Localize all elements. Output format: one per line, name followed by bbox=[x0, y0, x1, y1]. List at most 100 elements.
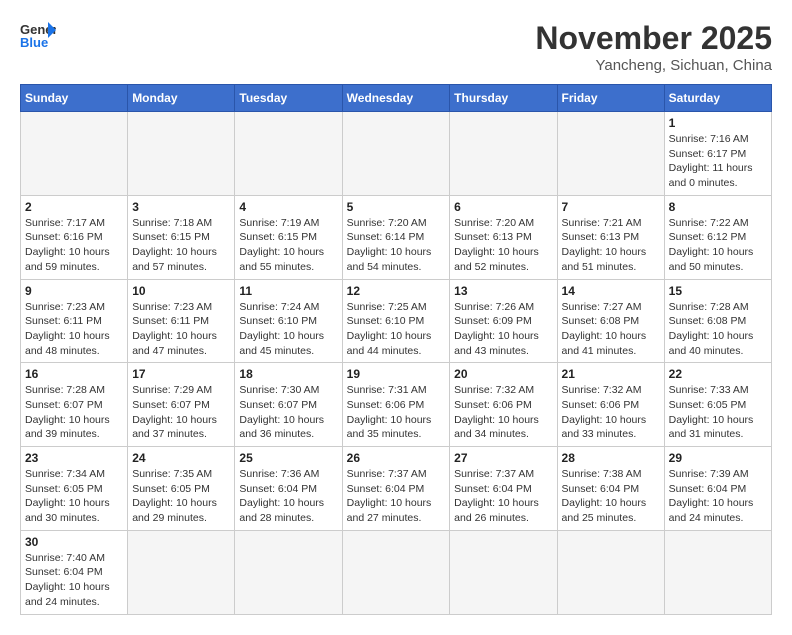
calendar-day-cell: 12Sunrise: 7:25 AM Sunset: 6:10 PM Dayli… bbox=[342, 279, 450, 363]
day-number: 11 bbox=[239, 284, 337, 298]
page-header: General Blue November 2025 Yancheng, Sic… bbox=[20, 20, 772, 74]
calendar-day-cell: 23 Sunrise: 7:34 AM Sunset: 6:05 PM Dayli… bbox=[21, 447, 128, 531]
day-info: Sunrise: 7:40 AM Sunset: 6:04 PM Dayligh… bbox=[25, 551, 123, 610]
calendar-day-cell bbox=[342, 112, 450, 196]
calendar-week-row: 9 Sunrise: 7:23 AM Sunset: 6:11 PM Daylig… bbox=[21, 279, 772, 363]
day-number: 3 bbox=[132, 200, 230, 214]
calendar-body: 1 Sunrise: 7:16 AM Sunset: 6:17 PM Daylig… bbox=[21, 112, 772, 615]
day-info: Sunrise: 7:34 AM Sunset: 6:05 PM Dayligh… bbox=[25, 467, 123, 526]
location-title: Yancheng, Sichuan, China bbox=[535, 57, 772, 74]
day-info: Sunrise: 7:33 AM Sunset: 6:05 PM Dayligh… bbox=[669, 383, 767, 442]
day-info: Sunrise: 7:30 AM Sunset: 6:07 PM Dayligh… bbox=[239, 383, 337, 442]
calendar-header-row: SundayMondayTuesdayWednesdayThursdayFrid… bbox=[21, 85, 772, 112]
calendar-week-row: 1 Sunrise: 7:16 AM Sunset: 6:17 PM Daylig… bbox=[21, 112, 772, 196]
day-info: Sunrise: 7:24 AM Sunset: 6:10 PM Dayligh… bbox=[239, 300, 337, 359]
day-number: 22 bbox=[669, 367, 767, 381]
calendar-day-cell: 25 Sunrise: 7:36 AM Sunset: 6:04 PM Dayli… bbox=[235, 447, 342, 531]
day-of-week-header: Saturday bbox=[664, 85, 771, 112]
calendar-week-row: 16Sunrise: 7:28 AM Sunset: 6:07 PM Dayli… bbox=[21, 363, 772, 447]
calendar-day-cell bbox=[235, 530, 342, 614]
calendar-day-cell: 2 Sunrise: 7:17 AM Sunset: 6:16 PM Daylig… bbox=[21, 195, 128, 279]
logo-icon: General Blue bbox=[20, 20, 56, 50]
day-info: Sunrise: 7:28 AM Sunset: 6:07 PM Dayligh… bbox=[25, 383, 123, 442]
day-info: Sunrise: 7:35 AM Sunset: 6:05 PM Dayligh… bbox=[132, 467, 230, 526]
day-number: 24 bbox=[132, 451, 230, 465]
day-number: 2 bbox=[25, 200, 123, 214]
calendar-day-cell: 28 Sunrise: 7:38 AM Sunset: 6:04 PM Dayli… bbox=[557, 447, 664, 531]
calendar-day-cell: 9Sunrise: 7:23 AM Sunset: 6:11 PM Daylig… bbox=[21, 279, 128, 363]
calendar-day-cell: 29 Sunrise: 7:39 AM Sunset: 6:04 PM Dayli… bbox=[664, 447, 771, 531]
calendar-day-cell: 18Sunrise: 7:30 AM Sunset: 6:07 PM Dayli… bbox=[235, 363, 342, 447]
calendar-day-cell bbox=[450, 112, 557, 196]
day-info: Sunrise: 7:16 AM Sunset: 6:17 PM Dayligh… bbox=[669, 132, 767, 191]
day-number: 30 bbox=[25, 535, 123, 549]
calendar-day-cell: 10Sunrise: 7:23 AM Sunset: 6:11 PM Dayli… bbox=[128, 279, 235, 363]
day-info: Sunrise: 7:23 AM Sunset: 6:11 PM Dayligh… bbox=[132, 300, 230, 359]
calendar-week-row: 23 Sunrise: 7:34 AM Sunset: 6:05 PM Dayli… bbox=[21, 447, 772, 531]
calendar-table: SundayMondayTuesdayWednesdayThursdayFrid… bbox=[20, 84, 772, 615]
calendar-day-cell bbox=[342, 530, 450, 614]
day-info: Sunrise: 7:38 AM Sunset: 6:04 PM Dayligh… bbox=[562, 467, 660, 526]
day-number: 23 bbox=[25, 451, 123, 465]
day-number: 28 bbox=[562, 451, 660, 465]
calendar-day-cell: 4 Sunrise: 7:19 AM Sunset: 6:15 PM Daylig… bbox=[235, 195, 342, 279]
calendar-day-cell: 16Sunrise: 7:28 AM Sunset: 6:07 PM Dayli… bbox=[21, 363, 128, 447]
day-info: Sunrise: 7:18 AM Sunset: 6:15 PM Dayligh… bbox=[132, 216, 230, 275]
calendar-day-cell: 11 Sunrise: 7:24 AM Sunset: 6:10 PM Dayli… bbox=[235, 279, 342, 363]
day-number: 21 bbox=[562, 367, 660, 381]
day-info: Sunrise: 7:37 AM Sunset: 6:04 PM Dayligh… bbox=[347, 467, 446, 526]
calendar-day-cell: 13Sunrise: 7:26 AM Sunset: 6:09 PM Dayli… bbox=[450, 279, 557, 363]
day-number: 15 bbox=[669, 284, 767, 298]
calendar-day-cell bbox=[21, 112, 128, 196]
day-number: 1 bbox=[669, 116, 767, 130]
calendar-day-cell: 22 Sunrise: 7:33 AM Sunset: 6:05 PM Dayli… bbox=[664, 363, 771, 447]
svg-text:Blue: Blue bbox=[20, 35, 48, 50]
day-number: 17 bbox=[132, 367, 230, 381]
day-info: Sunrise: 7:21 AM Sunset: 6:13 PM Dayligh… bbox=[562, 216, 660, 275]
calendar-day-cell: 14 Sunrise: 7:27 AM Sunset: 6:08 PM Dayli… bbox=[557, 279, 664, 363]
calendar-day-cell bbox=[557, 530, 664, 614]
day-info: Sunrise: 7:31 AM Sunset: 6:06 PM Dayligh… bbox=[347, 383, 446, 442]
calendar-day-cell: 7Sunrise: 7:21 AM Sunset: 6:13 PM Daylig… bbox=[557, 195, 664, 279]
day-number: 20 bbox=[454, 367, 552, 381]
day-number: 12 bbox=[347, 284, 446, 298]
day-number: 29 bbox=[669, 451, 767, 465]
calendar-day-cell: 20Sunrise: 7:32 AM Sunset: 6:06 PM Dayli… bbox=[450, 363, 557, 447]
day-info: Sunrise: 7:37 AM Sunset: 6:04 PM Dayligh… bbox=[454, 467, 552, 526]
day-info: Sunrise: 7:19 AM Sunset: 6:15 PM Dayligh… bbox=[239, 216, 337, 275]
day-of-week-header: Thursday bbox=[450, 85, 557, 112]
calendar-day-cell: 30 Sunrise: 7:40 AM Sunset: 6:04 PM Dayli… bbox=[21, 530, 128, 614]
day-of-week-header: Tuesday bbox=[235, 85, 342, 112]
calendar-day-cell bbox=[557, 112, 664, 196]
day-info: Sunrise: 7:28 AM Sunset: 6:08 PM Dayligh… bbox=[669, 300, 767, 359]
day-info: Sunrise: 7:20 AM Sunset: 6:13 PM Dayligh… bbox=[454, 216, 552, 275]
day-info: Sunrise: 7:39 AM Sunset: 6:04 PM Dayligh… bbox=[669, 467, 767, 526]
title-block: November 2025 Yancheng, Sichuan, China bbox=[535, 20, 772, 74]
calendar-week-row: 30 Sunrise: 7:40 AM Sunset: 6:04 PM Dayli… bbox=[21, 530, 772, 614]
day-of-week-header: Friday bbox=[557, 85, 664, 112]
day-info: Sunrise: 7:20 AM Sunset: 6:14 PM Dayligh… bbox=[347, 216, 446, 275]
calendar-day-cell bbox=[450, 530, 557, 614]
calendar-day-cell: 19 Sunrise: 7:31 AM Sunset: 6:06 PM Dayli… bbox=[342, 363, 450, 447]
calendar-day-cell: 26Sunrise: 7:37 AM Sunset: 6:04 PM Dayli… bbox=[342, 447, 450, 531]
day-number: 25 bbox=[239, 451, 337, 465]
day-info: Sunrise: 7:36 AM Sunset: 6:04 PM Dayligh… bbox=[239, 467, 337, 526]
day-number: 19 bbox=[347, 367, 446, 381]
day-number: 14 bbox=[562, 284, 660, 298]
day-number: 6 bbox=[454, 200, 552, 214]
day-number: 4 bbox=[239, 200, 337, 214]
day-info: Sunrise: 7:17 AM Sunset: 6:16 PM Dayligh… bbox=[25, 216, 123, 275]
calendar-day-cell: 1 Sunrise: 7:16 AM Sunset: 6:17 PM Daylig… bbox=[664, 112, 771, 196]
calendar-day-cell: 27 Sunrise: 7:37 AM Sunset: 6:04 PM Dayli… bbox=[450, 447, 557, 531]
day-number: 27 bbox=[454, 451, 552, 465]
calendar-day-cell: 3 Sunrise: 7:18 AM Sunset: 6:15 PM Daylig… bbox=[128, 195, 235, 279]
calendar-day-cell: 5Sunrise: 7:20 AM Sunset: 6:14 PM Daylig… bbox=[342, 195, 450, 279]
day-info: Sunrise: 7:29 AM Sunset: 6:07 PM Dayligh… bbox=[132, 383, 230, 442]
calendar-day-cell bbox=[128, 530, 235, 614]
calendar-day-cell: 24 Sunrise: 7:35 AM Sunset: 6:05 PM Dayli… bbox=[128, 447, 235, 531]
calendar-week-row: 2 Sunrise: 7:17 AM Sunset: 6:16 PM Daylig… bbox=[21, 195, 772, 279]
day-of-week-header: Sunday bbox=[21, 85, 128, 112]
day-info: Sunrise: 7:22 AM Sunset: 6:12 PM Dayligh… bbox=[669, 216, 767, 275]
day-info: Sunrise: 7:27 AM Sunset: 6:08 PM Dayligh… bbox=[562, 300, 660, 359]
day-number: 9 bbox=[25, 284, 123, 298]
